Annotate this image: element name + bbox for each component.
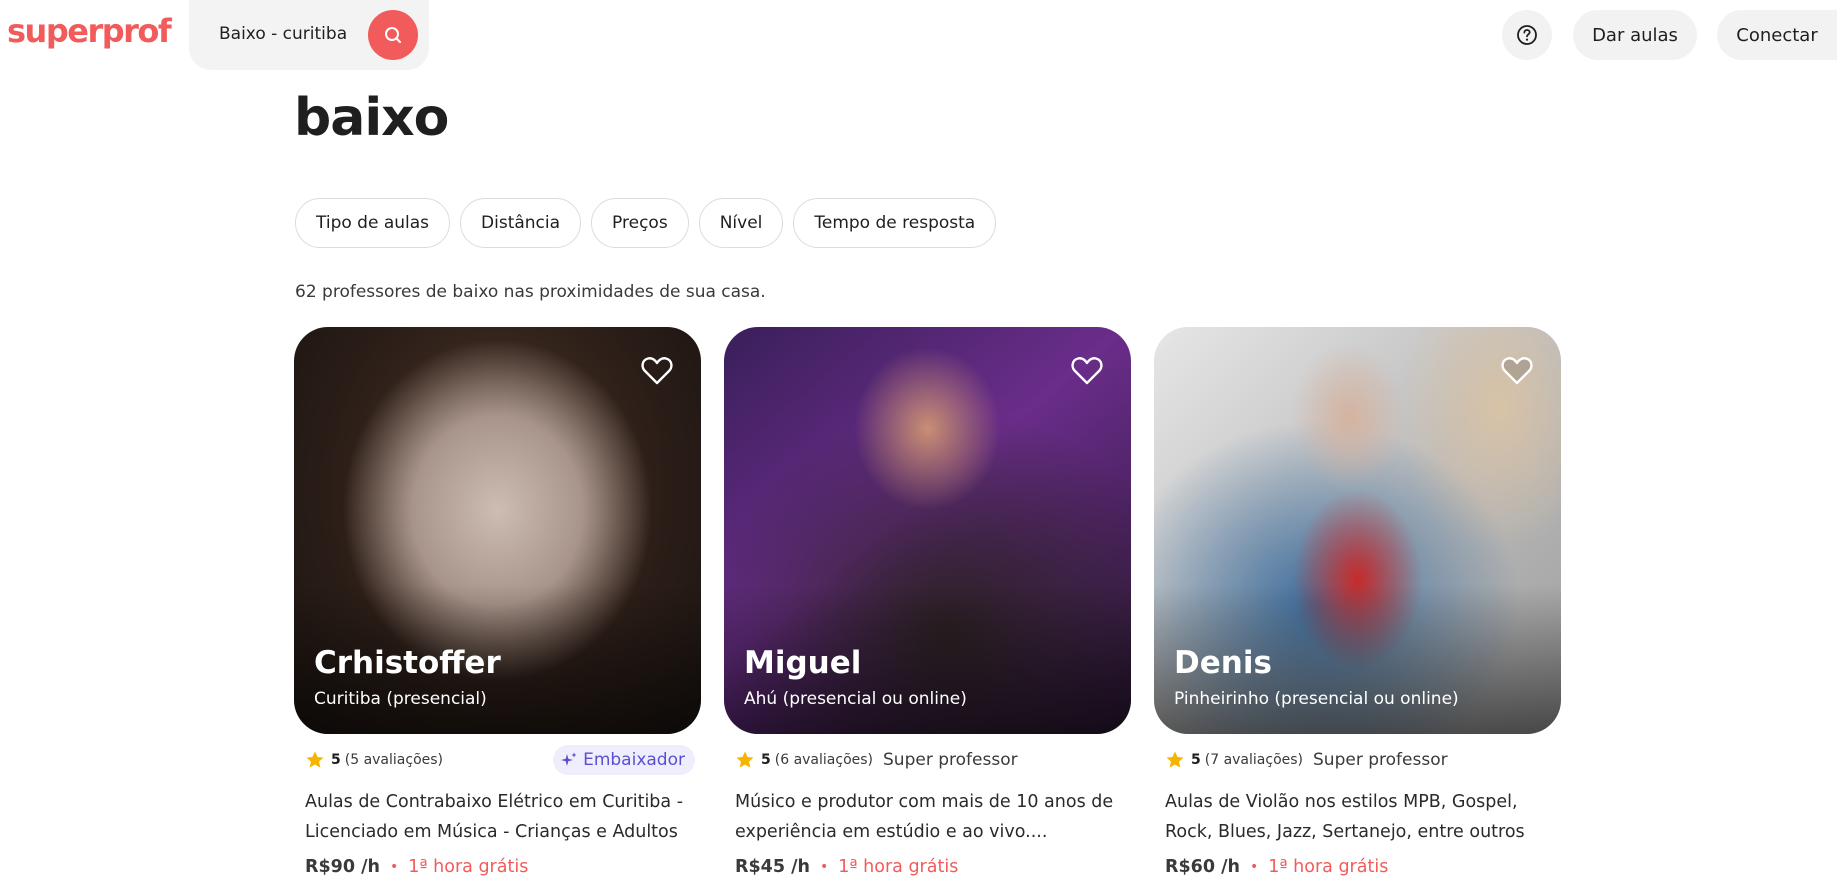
teacher-description[interactable]: Aulas de Violão nos estilos MPB, Gospel,… <box>1165 787 1565 847</box>
super-professor-badge: Super professor <box>883 750 1018 770</box>
filter-distancia[interactable]: Distância <box>460 198 582 248</box>
teacher-location: Pinheirinho (presencial ou online) <box>1174 689 1459 709</box>
price: R$60 /h <box>1165 857 1240 877</box>
help-button[interactable] <box>1502 10 1552 60</box>
price: R$90 /h <box>305 857 380 877</box>
teacher-name: Denis <box>1174 645 1272 681</box>
help-circle-icon <box>1517 25 1537 45</box>
teacher-location: Ahú (presencial ou online) <box>744 689 967 709</box>
filter-tempo-de-resposta[interactable]: Tempo de resposta <box>793 198 997 248</box>
teacher-description[interactable]: Aulas de Contrabaixo Elétrico em Curitib… <box>305 787 705 847</box>
separator-dot: • <box>819 859 829 875</box>
result-count: 62 professores de baixo nas proximidades… <box>295 282 766 302</box>
conectar-button[interactable]: Conectar <box>1717 10 1837 60</box>
ambassador-label: Embaixador <box>583 750 685 770</box>
price-row: R$90 /h • 1ª hora grátis <box>305 857 528 877</box>
rating-value: 5 <box>1191 752 1201 768</box>
teacher-meta: 5 (5 avaliações) Embaixador <box>305 745 695 775</box>
separator-dot: • <box>389 859 399 875</box>
teacher-card[interactable]: Crhistoffer Curitiba (presencial) 5 (5 a… <box>294 327 701 877</box>
page-title: baixo <box>294 88 449 148</box>
heart-icon[interactable] <box>1071 355 1103 385</box>
star-icon <box>306 751 324 768</box>
description-line: Aulas de Contrabaixo Elétrico em Curitib… <box>305 792 684 812</box>
description-line: Licenciado em Música - Crianças e Adulto… <box>305 822 678 842</box>
star-icon <box>1166 751 1184 768</box>
sparkle-icon <box>561 752 577 766</box>
filter-bar: Tipo de aulas Distância Preços Nível Tem… <box>295 198 997 248</box>
filter-nivel[interactable]: Nível <box>698 198 784 248</box>
filter-precos[interactable]: Preços <box>591 198 689 248</box>
rating-value: 5 <box>331 752 341 768</box>
description-line: Aulas de Violão nos estilos MPB, Gospel, <box>1165 792 1518 812</box>
free-hour-label: 1ª hora grátis <box>1268 857 1389 877</box>
dar-aulas-button[interactable]: Dar aulas <box>1573 10 1697 60</box>
ambassador-badge: Embaixador <box>553 745 695 775</box>
teacher-description[interactable]: Músico e produtor com mais de 10 anos de… <box>735 787 1135 847</box>
separator-dot: • <box>1249 859 1259 875</box>
teacher-name: Miguel <box>744 645 862 681</box>
teacher-card[interactable]: Denis Pinheirinho (presencial ou online)… <box>1154 327 1561 877</box>
teacher-card[interactable]: Miguel Ahú (presencial ou online) 5 (6 a… <box>724 327 1131 877</box>
description-line: Rock, Blues, Jazz, Sertanejo, entre outr… <box>1165 822 1525 842</box>
free-hour-label: 1ª hora grátis <box>838 857 959 877</box>
search-input[interactable]: Baixo - curitiba <box>219 24 347 44</box>
super-professor-badge: Super professor <box>1313 750 1448 770</box>
teacher-photo[interactable]: Crhistoffer Curitiba (presencial) <box>294 327 701 734</box>
teacher-photo[interactable]: Miguel Ahú (presencial ou online) <box>724 327 1131 734</box>
search-button[interactable] <box>368 10 418 60</box>
teacher-photo[interactable]: Denis Pinheirinho (presencial ou online) <box>1154 327 1561 734</box>
price-row: R$60 /h • 1ª hora grátis <box>1165 857 1388 877</box>
heart-icon[interactable] <box>1501 355 1533 385</box>
review-count: (7 avaliações) <box>1204 752 1304 768</box>
filter-tipo-de-aulas[interactable]: Tipo de aulas <box>295 198 451 248</box>
teacher-name: Crhistoffer <box>314 645 501 681</box>
description-line: experiência em estúdio e ao vivo.... <box>735 822 1048 842</box>
teacher-meta: 5 (6 avaliações) Super professor <box>735 746 1125 774</box>
review-count: (6 avaliações) <box>774 752 874 768</box>
free-hour-label: 1ª hora grátis <box>408 857 529 877</box>
star-icon <box>736 751 754 768</box>
superprof-logo[interactable]: superprof <box>7 12 172 50</box>
price-row: R$45 /h • 1ª hora grátis <box>735 857 958 877</box>
rating-value: 5 <box>761 752 771 768</box>
description-line: Músico e produtor com mais de 10 anos de <box>735 792 1114 812</box>
review-count: (5 avaliações) <box>344 752 444 768</box>
search-icon <box>385 27 401 43</box>
teacher-location: Curitiba (presencial) <box>314 689 487 709</box>
search-bar[interactable]: Baixo - curitiba <box>189 0 429 70</box>
price: R$45 /h <box>735 857 810 877</box>
teacher-meta: 5 (7 avaliações) Super professor <box>1165 746 1555 774</box>
heart-icon[interactable] <box>641 355 673 385</box>
